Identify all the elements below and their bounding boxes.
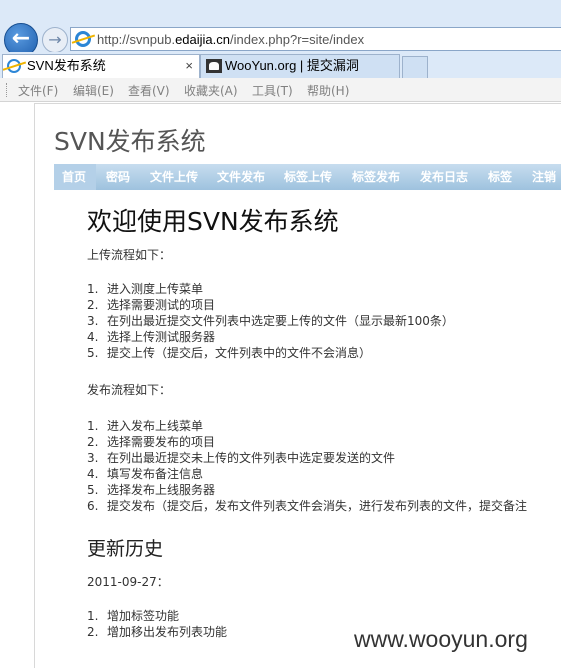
list-item: 2. 选择需要测试的项目 [87,297,561,313]
list-text: 选择上传测试服务器 [107,330,216,344]
list-item: 2. 选择需要发布的项目 [87,434,561,450]
tab-label: SVN发布系统 [27,58,106,73]
list-number: 1. [87,609,99,623]
tab-wooyun[interactable]: WooYun.org | 提交漏洞 [200,54,400,78]
list-item: 1. 进入发布上线菜单 [87,418,561,434]
main-menu: 首页 密码 文件上传 文件发布 标签上传 标签发布 发布日志 标签 注销 ( [54,164,561,190]
list-item: 1. 增加标签功能 [87,608,561,624]
address-bar[interactable]: http://svnpub.edaijia.cn/index.php?r=sit… [70,27,561,51]
list-number: 2. [87,435,99,449]
menu-view[interactable]: 查看(V) [128,82,170,99]
list-number: 4. [87,330,99,344]
list-text: 增加移出发布列表功能 [107,625,228,639]
nav-logout[interactable]: 注销 ( [532,164,561,190]
publish-steps-list: 1. 进入发布上线菜单 2. 选择需要发布的项目 3. 在列出最近提交未上传的文件列表… [87,418,561,514]
list-text: 提交上传（提交后，文件列表中的文件不会消息） [107,346,372,360]
tab-svn[interactable]: SVN发布系统 × [2,54,200,78]
nav-file-publish[interactable]: 文件发布 [217,164,265,190]
tab-label: WooYun.org | 提交漏洞 [225,58,359,73]
list-text: 增加标签功能 [107,609,180,623]
history-date: 2011-09-27： [87,575,169,589]
list-text: 填写发布备注信息 [107,467,204,481]
menu-tools[interactable]: 工具(T) [252,82,293,99]
tab-strip: SVN发布系统 × WooYun.org | 提交漏洞 [0,52,561,78]
nav-home[interactable]: 首页 [54,164,96,190]
list-text: 提交发布（提交后，发布文件列表文件会消失，进行发布列表的文件，提交备注 [107,499,528,513]
back-arrow-icon: ← [11,26,31,51]
ie-tab-icon [7,59,21,73]
web-page: SVN发布系统 首页 密码 文件上传 文件发布 标签上传 标签发布 发布日志 标… [34,103,561,668]
history-heading: 更新历史 [87,538,164,560]
list-item: 3. 在列出最近提交未上传的文件列表中选定要发送的文件 [87,450,561,466]
list-number: 5. [87,483,99,497]
nav-file-upload[interactable]: 文件上传 [150,164,198,190]
nav-password[interactable]: 密码 [106,164,130,190]
list-item: 5. 提交上传（提交后，文件列表中的文件不会消息） [87,345,561,361]
menu-file[interactable]: 文件(F) [18,82,58,99]
wooyun-tab-icon [206,59,222,73]
list-text: 选择需要测试的项目 [107,298,216,312]
welcome-heading: 欢迎使用SVN发布系统 [87,207,339,236]
list-item: 3. 在列出最近提交文件列表中选定要上传的文件（显示最新100条） [87,313,561,329]
list-number: 5. [87,346,99,360]
menu-help[interactable]: 帮助(H) [307,82,349,99]
toolbar-grip [6,83,9,97]
list-item: 5. 选择发布上线服务器 [87,482,561,498]
list-item: 4. 选择上传测试服务器 [87,329,561,345]
nav-tag-publish[interactable]: 标签发布 [352,164,400,190]
page-content: 欢迎使用SVN发布系统 上传流程如下： 1. 进入测度上传菜单 2. 选择需要测试的… [87,202,561,640]
list-text: 进入测度上传菜单 [107,282,204,296]
list-number: 2. [87,625,99,639]
url-domain: edaijia.cn [175,32,230,47]
forward-button[interactable]: → [42,27,68,53]
watermark-text: www.wooyun.org [354,626,528,652]
nav-tag-upload[interactable]: 标签上传 [284,164,332,190]
list-item: 4. 填写发布备注信息 [87,466,561,482]
list-number: 3. [87,451,99,465]
nav-publish-log[interactable]: 发布日志 [420,164,468,190]
upload-steps-list: 1. 进入测度上传菜单 2. 选择需要测试的项目 3. 在列出最近提交文件列表中选定要… [87,281,561,361]
list-number: 2. [87,298,99,312]
publish-intro: 发布流程如下： [87,383,172,397]
new-tab-button[interactable] [402,56,428,78]
list-number: 1. [87,419,99,433]
nav-tags[interactable]: 标签 [488,164,512,190]
list-text: 在列出最近提交未上传的文件列表中选定要发送的文件 [107,451,396,465]
menu-favorites[interactable]: 收藏夹(A) [184,82,238,99]
close-icon[interactable]: × [185,55,193,77]
list-item: 6. 提交发布（提交后，发布文件列表文件会消失，进行发布列表的文件，提交备注 [87,498,561,514]
list-number: 3. [87,314,99,328]
url-suffix: /index.php?r=site/index [230,32,365,47]
list-item: 1. 进入测度上传菜单 [87,281,561,297]
ie-page-icon [75,31,91,47]
list-text: 进入发布上线菜单 [107,419,204,433]
menu-edit[interactable]: 编辑(E) [73,82,114,99]
list-number: 1. [87,282,99,296]
upload-intro: 上传流程如下： [87,248,172,262]
list-text: 选择发布上线服务器 [107,483,216,497]
site-title: SVN发布系统 [54,127,206,156]
list-text: 选择需要发布的项目 [107,435,216,449]
list-number: 6. [87,499,99,513]
url-text: http://svnpub.edaijia.cn/index.php?r=sit… [97,32,364,47]
list-text: 在列出最近提交文件列表中选定要上传的文件（显示最新100条） [107,314,454,328]
list-number: 4. [87,467,99,481]
url-prefix: http://svnpub. [97,32,176,47]
forward-arrow-icon: → [48,30,62,49]
menu-bar: 文件(F) 编辑(E) 查看(V) 收藏夹(A) 工具(T) 帮助(H) [0,78,561,102]
